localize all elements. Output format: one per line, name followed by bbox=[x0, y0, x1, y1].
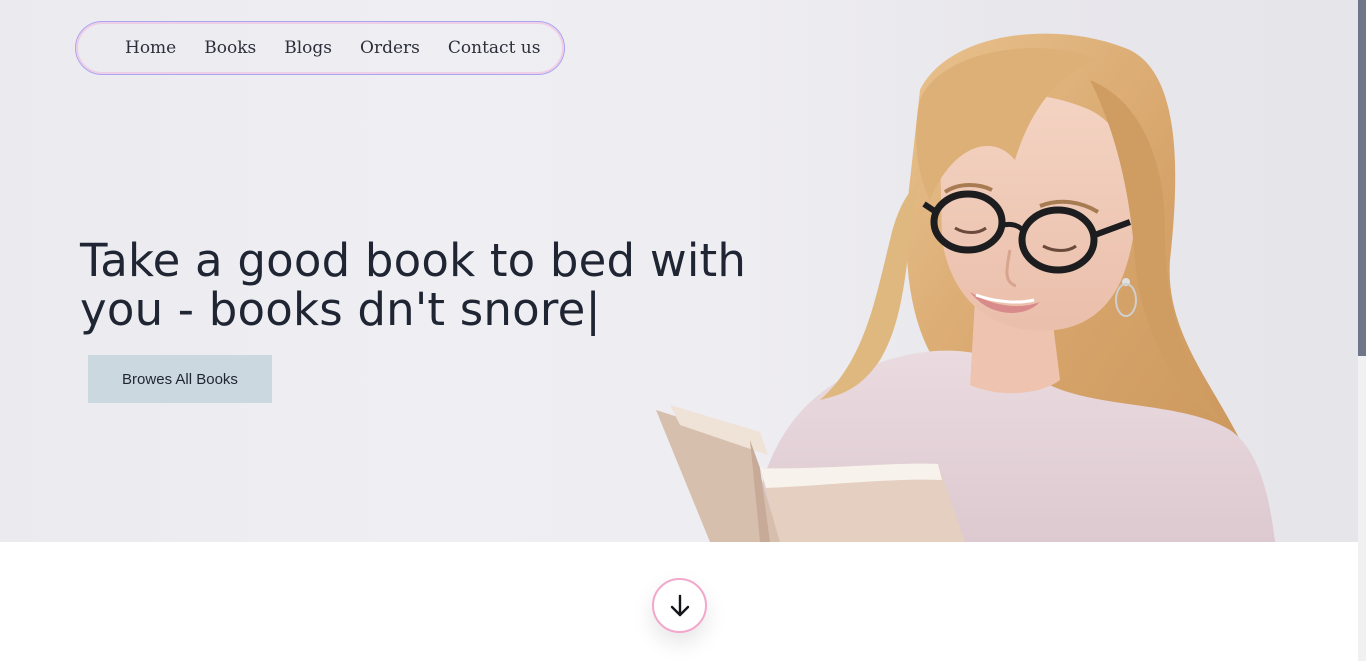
arrow-down-icon bbox=[670, 594, 689, 616]
hero-headline: Take a good book to bed with you - books… bbox=[80, 234, 747, 336]
page: Home Books Blogs Orders Contact us Take … bbox=[0, 0, 1366, 661]
nav-link-home[interactable]: Home bbox=[125, 38, 176, 58]
scroll-down-button[interactable] bbox=[652, 578, 707, 633]
scrollbar-thumb[interactable] bbox=[1358, 0, 1366, 356]
hero-section: Home Books Blogs Orders Contact us Take … bbox=[0, 0, 1358, 542]
nav-link-contact-us[interactable]: Contact us bbox=[448, 38, 541, 58]
browse-all-books-button[interactable]: Browes All Books bbox=[88, 355, 272, 403]
nav-link-books[interactable]: Books bbox=[204, 38, 256, 58]
nav-link-orders[interactable]: Orders bbox=[360, 38, 420, 58]
nav-link-blogs[interactable]: Blogs bbox=[284, 38, 332, 58]
main-nav: Home Books Blogs Orders Contact us bbox=[75, 21, 565, 75]
